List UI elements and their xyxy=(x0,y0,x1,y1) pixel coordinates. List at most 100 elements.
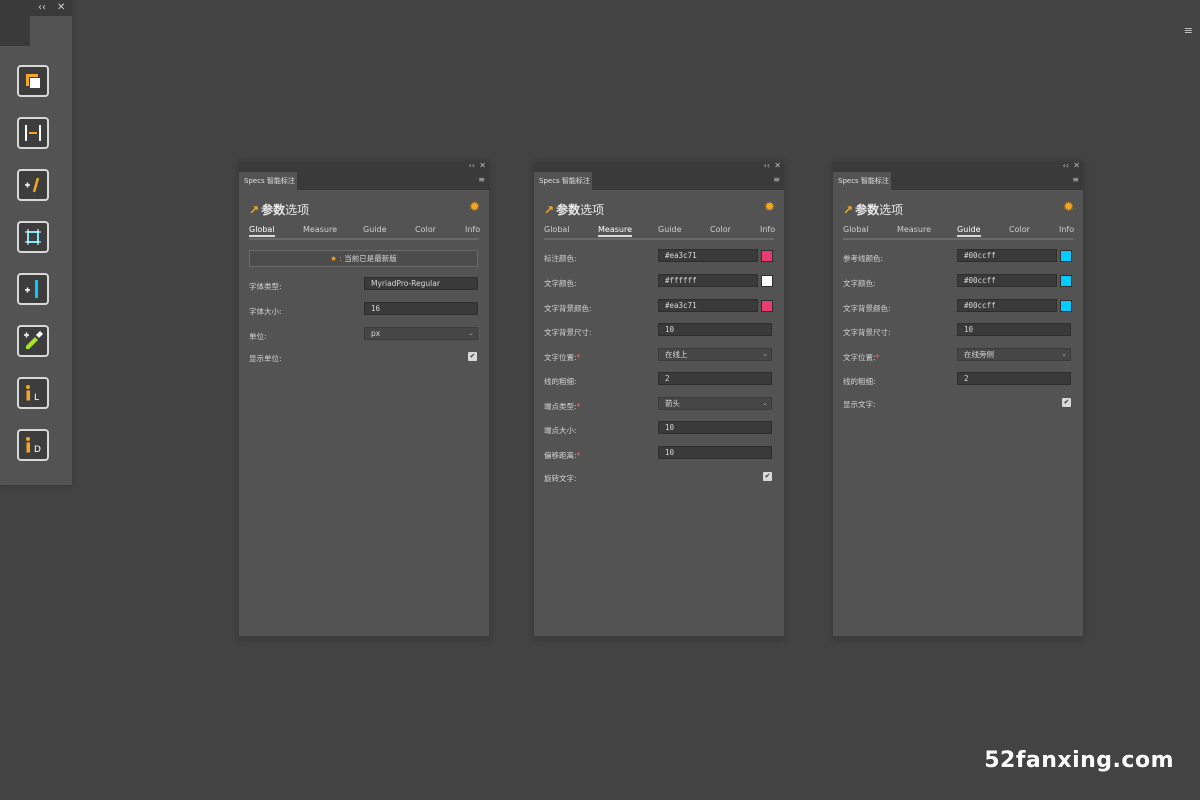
chevron-down-icon: ⌄ xyxy=(762,350,768,358)
text-position-select[interactable]: 在线上 ⌄ xyxy=(658,348,772,361)
bounds-tool-button[interactable] xyxy=(17,221,49,253)
offset-input[interactable]: 10 xyxy=(658,446,772,459)
gear-icon[interactable]: ✹ xyxy=(1063,200,1074,215)
info-dark-tool-button[interactable]: D xyxy=(17,429,49,461)
tab-guide[interactable]: Guide xyxy=(957,225,981,237)
text-bg-color-input[interactable]: #00ccff xyxy=(957,299,1057,312)
tab-color[interactable]: Color xyxy=(710,225,731,234)
endpoint-size-label: 端点大小: xyxy=(544,426,577,435)
close-icon[interactable]: ✕ xyxy=(479,161,486,171)
chevron-down-icon: ⌄ xyxy=(1061,350,1067,358)
guide-color-swatch[interactable] xyxy=(1060,250,1072,262)
text-position-select[interactable]: 在线旁侧 ⌄ xyxy=(957,348,1071,361)
collapse-icon[interactable]: ‹‹ xyxy=(38,1,46,15)
version-notice: ★ : 当前已是最新版 xyxy=(249,250,478,267)
tab-color[interactable]: Color xyxy=(1009,225,1030,234)
bounds-icon xyxy=(25,229,41,245)
show-text-checkbox[interactable]: ✔ xyxy=(1062,398,1071,407)
tab-measure[interactable]: Measure xyxy=(897,225,931,234)
panel-menu-icon[interactable]: ≡ xyxy=(478,175,485,184)
rotate-text-checkbox[interactable]: ✔ xyxy=(763,472,772,481)
svg-text:L: L xyxy=(34,393,39,403)
tab-info[interactable]: Info xyxy=(760,225,775,234)
collapse-icon[interactable]: ‹‹ xyxy=(1063,161,1069,171)
font-type-input[interactable]: MyriadPro-Regular xyxy=(364,277,478,290)
font-size-input[interactable]: 16 xyxy=(364,302,478,315)
measure-tool-button[interactable] xyxy=(17,273,49,305)
line-width-label: 线的粗细: xyxy=(843,377,876,386)
panel-header xyxy=(534,162,784,172)
tab-info[interactable]: Info xyxy=(465,225,480,234)
spacing-tool-button[interactable] xyxy=(17,117,49,149)
panel-tab-specs[interactable]: Specs 智能标注 xyxy=(239,172,297,190)
close-icon[interactable]: ✕ xyxy=(1073,161,1080,171)
gear-icon[interactable]: ✹ xyxy=(469,200,480,215)
tab-guide[interactable]: Guide xyxy=(363,225,387,234)
tab-measure[interactable]: Measure xyxy=(303,225,337,234)
menu-icon[interactable]: ≡ xyxy=(1184,24,1193,37)
eyedropper-icon xyxy=(24,331,43,349)
line-width-input[interactable]: 2 xyxy=(957,372,1071,385)
add-guide-icon xyxy=(25,280,38,298)
chevron-down-icon: ⌄ xyxy=(468,329,474,337)
subtab-bar: Global Measure Guide Color Info xyxy=(843,225,1074,240)
panel-header xyxy=(833,162,1083,172)
tab-guide[interactable]: Guide xyxy=(658,225,682,234)
gear-icon[interactable]: ✹ xyxy=(764,200,775,215)
text-bg-color-swatch[interactable] xyxy=(761,300,773,312)
show-unit-label: 显示单位: xyxy=(249,354,282,363)
close-icon[interactable]: ✕ xyxy=(57,1,65,15)
panel-title: ↗ 参数选项 xyxy=(544,203,605,217)
tab-global[interactable]: Global xyxy=(843,225,869,234)
panel-tab-specs[interactable]: Specs 智能标注 xyxy=(534,172,592,190)
text-bg-color-swatch[interactable] xyxy=(1060,300,1072,312)
resize-arrow-icon: ↗ xyxy=(544,203,555,217)
tab-global[interactable]: Global xyxy=(544,225,570,234)
text-bg-size-input[interactable]: 10 xyxy=(957,323,1071,336)
text-position-label: 文字位置:* xyxy=(843,353,880,362)
close-icon[interactable]: ✕ xyxy=(774,161,781,171)
artboard-tool-button[interactable] xyxy=(17,65,49,97)
text-color-swatch[interactable] xyxy=(1060,275,1072,287)
unit-label: 单位: xyxy=(249,332,267,341)
tools-toolbar: ‹‹ ✕ ≡ L D xyxy=(0,0,1193,485)
text-bg-size-input[interactable]: 10 xyxy=(658,323,772,336)
panel-menu-icon[interactable]: ≡ xyxy=(773,175,780,184)
panel-footer xyxy=(239,636,489,640)
info-light-tool-button[interactable]: L xyxy=(17,377,49,409)
info-l-icon: L xyxy=(26,385,39,403)
line-width-label: 线的粗细: xyxy=(544,377,577,386)
spec-color-swatch[interactable] xyxy=(761,250,773,262)
collapse-icon[interactable]: ‹‹ xyxy=(469,161,475,171)
endpoint-type-select[interactable]: 箭头 ⌄ xyxy=(658,397,772,410)
guide-color-input[interactable]: #00ccff xyxy=(957,249,1057,262)
add-text-spec-icon xyxy=(25,177,40,193)
text-spec-tool-button[interactable] xyxy=(17,169,49,201)
unit-select[interactable]: px ⌄ xyxy=(364,327,478,340)
panel-tab-specs[interactable]: Specs 智能标注 xyxy=(833,172,891,190)
line-width-input[interactable]: 2 xyxy=(658,372,772,385)
global-settings-panel: ‹‹ ✕ Specs 智能标注 ≡ ↗ 参数选项 ✹ Global Measure… xyxy=(239,161,489,640)
panel-title: ↗ 参数选项 xyxy=(249,203,310,217)
endpoint-size-input[interactable]: 10 xyxy=(658,421,772,434)
collapse-icon[interactable]: ‹‹ xyxy=(764,161,770,171)
show-unit-checkbox[interactable]: ✔ xyxy=(468,352,477,361)
tab-color[interactable]: Color xyxy=(415,225,436,234)
panel-menu-icon[interactable]: ≡ xyxy=(1072,175,1079,184)
guide-settings-panel: ‹‹ ✕ Specs 智能标注 ≡ ↗ 参数选项 ✹ Global Measure… xyxy=(833,161,1083,640)
measure-settings-panel: ‹‹ ✕ Specs 智能标注 ≡ ↗ 参数选项 ✹ Global Measure… xyxy=(534,161,784,640)
svg-text:D: D xyxy=(34,445,41,455)
text-color-label: 文字颜色: xyxy=(544,279,577,288)
tab-info[interactable]: Info xyxy=(1059,225,1074,234)
text-color-input[interactable]: #00ccff xyxy=(957,274,1057,287)
text-bg-color-input[interactable]: #ea3c71 xyxy=(658,299,758,312)
color-picker-tool-button[interactable] xyxy=(17,325,49,357)
show-text-label: 显示文字: xyxy=(843,400,876,409)
text-color-swatch[interactable] xyxy=(761,275,773,287)
tab-global[interactable]: Global xyxy=(249,225,275,237)
text-bg-size-label: 文字背景尺寸: xyxy=(544,328,592,337)
tab-measure[interactable]: Measure xyxy=(598,225,632,237)
spec-color-input[interactable]: #ea3c71 xyxy=(658,249,758,262)
text-color-input[interactable]: #ffffff xyxy=(658,274,758,287)
text-bg-size-label: 文字背景尺寸: xyxy=(843,328,891,337)
